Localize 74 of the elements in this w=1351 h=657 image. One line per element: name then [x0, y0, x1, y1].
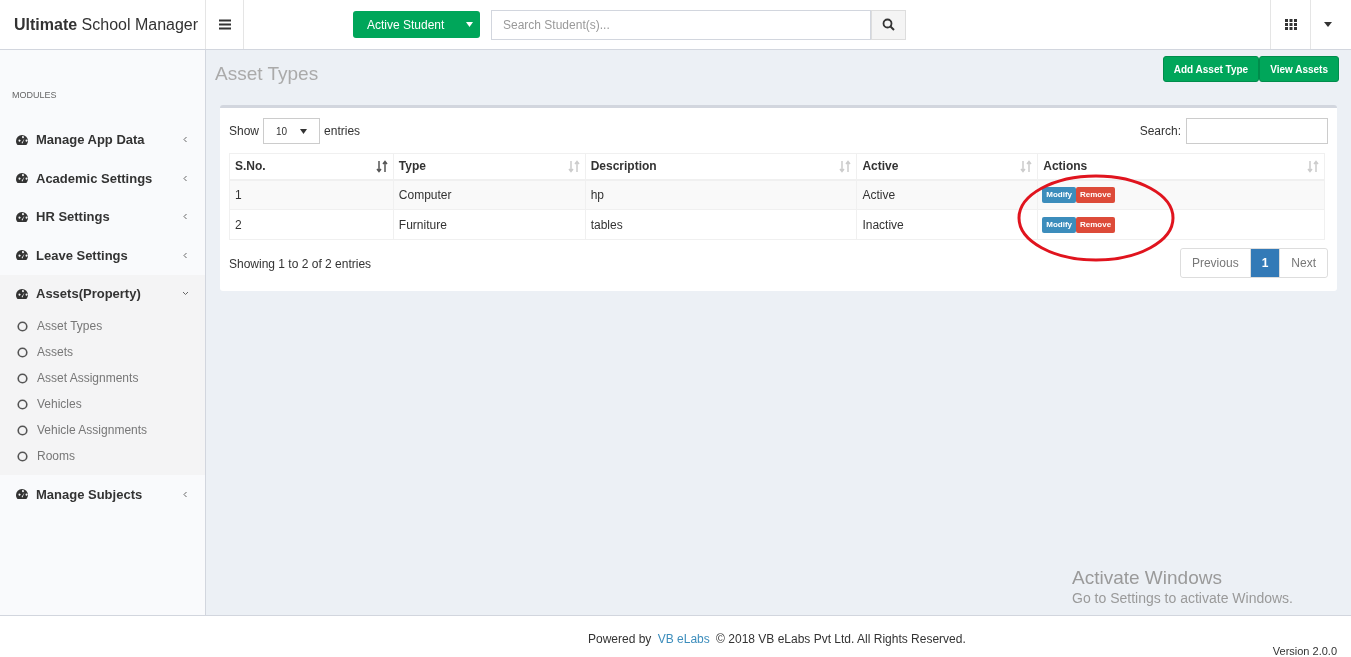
chevron-left-icon [182, 490, 189, 498]
table-info: Showing 1 to 2 of 2 entries [229, 256, 372, 273]
table-cell: 1 [229, 179, 394, 210]
entries-label: entries [324, 123, 361, 140]
submenu-item[interactable]: Rooms [0, 443, 205, 469]
header-action-button[interactable]: Add Asset Type [1162, 56, 1260, 82]
circle-icon [17, 398, 28, 410]
company-link[interactable]: VB eLabs [657, 632, 710, 646]
table-cell: tables [585, 209, 857, 240]
table-cell: 2 [229, 209, 394, 240]
column-header[interactable]: Actions [1037, 153, 1325, 180]
page-size-select[interactable]: 10 [263, 118, 321, 144]
search-label: Search: [1139, 123, 1181, 140]
sidebar-item[interactable]: Academic Settings [0, 159, 205, 198]
column-header[interactable]: Type [393, 153, 586, 180]
table-cell: hp [585, 179, 857, 210]
sidebar-item[interactable]: Leave Settings [0, 236, 205, 275]
sidebar-item[interactable]: Manage Subjects [0, 475, 205, 514]
sidebar-item[interactable]: HR Settings [0, 197, 205, 236]
dashboard-icon [15, 172, 29, 185]
header-action-button[interactable]: View Assets [1259, 56, 1339, 82]
table-cell: Computer [393, 179, 586, 210]
column-header[interactable]: Description [585, 153, 857, 180]
sidebar-item[interactable]: Assets(Property) [0, 274, 205, 313]
submenu-item[interactable]: Assets [0, 339, 205, 365]
show-label: Show [229, 123, 260, 140]
dashboard-icon [15, 133, 29, 146]
submenu-item[interactable]: Vehicle Assignments [0, 417, 205, 443]
table-cell: Inactive [856, 209, 1038, 240]
modify-button[interactable]: Modify [1042, 186, 1077, 203]
page-title: Asset Types [215, 62, 319, 86]
chevron-down-icon [182, 290, 189, 298]
caret-icon[interactable] [1324, 22, 1332, 27]
modify-button[interactable]: Modify [1042, 216, 1077, 233]
chevron-left-icon [182, 174, 189, 182]
submenu-item[interactable]: Vehicles [0, 391, 205, 417]
version-text: Version 2.0.0 [1272, 646, 1337, 657]
search-button[interactable] [871, 9, 906, 40]
circle-icon [17, 372, 28, 384]
column-header[interactable]: S.No. [229, 153, 394, 180]
caret-icon [466, 22, 474, 27]
apps-grid-icon[interactable] [1284, 19, 1297, 30]
active-student-dropdown[interactable]: Active Student [353, 11, 480, 38]
circle-icon [17, 320, 28, 332]
search-field[interactable]: Search Student(s)... [491, 9, 871, 40]
chevron-left-icon [182, 213, 189, 221]
page-button[interactable]: 1 [1249, 249, 1280, 277]
table-cell: Active [856, 179, 1038, 210]
submenu-item[interactable]: Asset Types [0, 313, 205, 339]
submenu-item[interactable]: Asset Assignments [0, 365, 205, 391]
chevron-left-icon [182, 136, 189, 144]
activation-title: Activate Windows [1072, 566, 1222, 590]
brand-title[interactable]: Ultimate School Manager [0, 0, 206, 49]
activation-text: Go to Settings to activate Windows. [1072, 589, 1293, 608]
menu-icon[interactable] [218, 19, 231, 30]
footer-text: Powered by VB eLabs © 2018 VB eLabs Pvt Ltd. All Rights Reserved. [588, 631, 966, 648]
caret-icon [300, 128, 308, 134]
section-heading: MODULES [11, 89, 57, 102]
remove-button[interactable]: Remove [1076, 186, 1116, 203]
sort-ascending-icon[interactable] [375, 159, 388, 173]
sidebar-item[interactable]: Manage App Data [0, 120, 205, 159]
circle-icon [17, 424, 28, 436]
circle-icon [17, 346, 28, 358]
dashboard-icon [15, 210, 29, 223]
dashboard-icon [15, 488, 29, 501]
dashboard-icon [15, 287, 29, 300]
search-icon [882, 18, 895, 31]
chevron-left-icon [182, 251, 189, 259]
circle-icon [17, 450, 28, 462]
column-header[interactable]: Active [856, 153, 1038, 180]
table-cell: Furniture [393, 209, 586, 240]
table-search-field[interactable] [1186, 118, 1328, 144]
dashboard-icon [15, 249, 29, 262]
remove-button[interactable]: Remove [1076, 216, 1116, 233]
